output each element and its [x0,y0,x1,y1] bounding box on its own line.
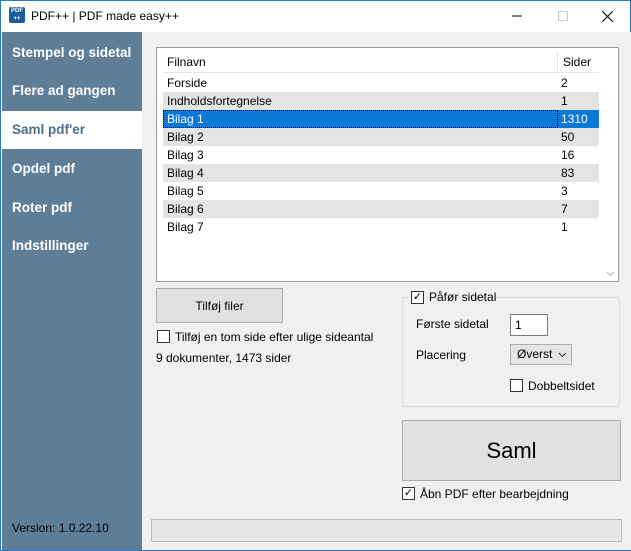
apply-page-number-label[interactable]: Påfør sidetal [429,290,496,304]
table-row[interactable]: Bilag 6 7 [163,200,599,218]
sidebar-item-opdel[interactable]: Opdel pdf [2,150,142,188]
scroll-down-arrow[interactable] [606,269,615,279]
first-page-label: Første sidetal [416,317,489,331]
row-filename: Forside [167,76,208,90]
row-pages: 16 [561,148,575,162]
table-row[interactable]: Indholdsfortegnelse 1 [163,92,599,110]
row-pages: 50 [561,130,575,144]
app-logo-icon: PDF ++ [9,7,25,23]
row-filename: Bilag 6 [167,202,204,216]
page-number-legend: Påfør sidetal [408,290,496,304]
version-label: Version: 1.0.22.10 [12,521,109,535]
app-logo-text-top: PDF [11,8,23,14]
sidebar-item-indstillinger[interactable]: Indstillinger [2,227,142,265]
table-row-selected[interactable]: Bilag 1 1310 [163,110,599,128]
first-page-input[interactable]: 1 [510,314,548,336]
row-filename: Bilag 2 [167,130,204,144]
merge-button[interactable]: Saml [402,420,621,481]
sidebar-item-stempel[interactable]: Stempel og sidetal [2,34,142,72]
placement-select[interactable]: Øverst [510,344,572,365]
row-pages: 83 [561,166,575,180]
column-header-name[interactable]: Filnavn [163,52,558,73]
placement-value: Øverst [517,347,553,361]
row-pages: 1 [561,94,568,108]
minimize-button[interactable] [494,1,540,31]
table-row[interactable]: Bilag 2 50 [163,128,599,146]
chevron-down-icon [558,345,567,371]
row-filename: Bilag 7 [167,220,204,234]
chevron-down-icon [606,271,615,277]
progress-bar [151,519,622,542]
double-sided-checkbox[interactable] [510,379,523,392]
title-bar[interactable]: PDF ++ PDF++ | PDF made easy++ [1,1,630,31]
sidebar: Stempel og sidetal Flere ad gangen Saml … [2,32,142,550]
double-sided-label[interactable]: Dobbeltsidet [528,379,595,393]
blank-page-label[interactable]: Tilføj en tom side efter ulige sideantal [175,330,373,344]
placement-label: Placering [416,348,467,362]
row-filename: Bilag 3 [167,148,204,162]
open-after-label[interactable]: Åbn PDF efter bearbejdning [420,487,569,501]
row-filename: Bilag 1 [163,110,558,128]
main-panel: Filnavn Sider Forside 2 Indholdsfortegnel… [142,32,631,550]
row-filename: Indholdsfortegnelse [167,94,272,108]
app-logo-text-bottom: ++ [13,16,21,22]
sidebar-item-saml[interactable]: Saml pdf'er [2,111,142,149]
row-pages: 1310 [561,112,588,126]
row-pages: 7 [561,202,568,216]
add-files-button[interactable]: Tilføj filer [156,288,283,323]
maximize-button[interactable] [540,1,586,31]
table-row[interactable]: Bilag 3 16 [163,146,599,164]
sidebar-item-roter[interactable]: Roter pdf [2,189,142,227]
close-button[interactable] [584,1,630,31]
open-after-checkbox[interactable] [402,487,415,500]
column-header-pages[interactable]: Sider [559,52,599,73]
table-row[interactable]: Bilag 5 3 [163,182,599,200]
close-icon [601,10,613,22]
table-row[interactable]: Bilag 4 83 [163,164,599,182]
row-filename: Bilag 5 [167,184,204,198]
file-list[interactable]: Filnavn Sider Forside 2 Indholdsfortegnel… [156,47,619,282]
sidebar-item-flere[interactable]: Flere ad gangen [2,72,142,110]
table-row[interactable]: Forside 2 [163,74,599,92]
row-pages: 3 [561,184,568,198]
list-header: Filnavn Sider [163,52,599,73]
row-filename: Bilag 4 [167,166,204,180]
documents-summary: 9 dokumenter, 1473 sider [156,351,292,365]
list-rows: Forside 2 Indholdsfortegnelse 1 Bilag 1 131… [163,74,599,236]
table-row[interactable]: Bilag 7 1 [163,218,599,236]
row-pages: 1 [561,220,568,234]
blank-page-checkbox[interactable] [157,330,170,343]
apply-page-number-checkbox[interactable] [411,291,424,304]
app-window: PDF ++ PDF++ | PDF made easy++ Stempel o… [0,0,631,551]
minimize-icon [512,15,522,17]
maximize-icon [558,11,568,21]
row-pages: 2 [561,76,568,90]
window-title: PDF++ | PDF made easy++ [31,9,179,23]
